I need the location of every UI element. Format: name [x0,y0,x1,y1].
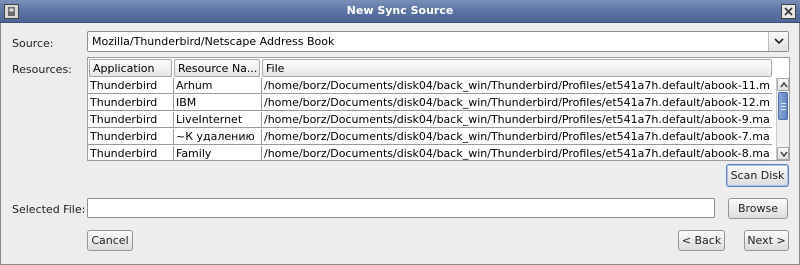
table-row[interactable]: Thunderbird Family /home/borz/Documents/… [88,146,772,161]
cell-file: /home/borz/Documents/disk04/back_win/Thu… [264,130,770,143]
scroll-down-icon[interactable] [777,147,789,160]
grip-line [781,106,786,107]
selected-file-label: Selected File: [12,203,86,216]
cell-file: /home/borz/Documents/disk04/back_win/Thu… [264,113,770,126]
grip-line [781,109,786,110]
cell-application: Thunderbird [90,130,158,143]
column-divider [261,129,262,145]
column-divider [173,146,174,161]
column-divider [173,78,174,94]
column-divider [261,95,262,111]
table-row[interactable]: Thunderbird IBM /home/borz/Documents/dis… [88,95,772,111]
window-title: New Sync Source [346,4,454,17]
scroll-thumb[interactable] [778,92,788,120]
grip-line [781,103,786,104]
chevron-down-icon[interactable] [768,32,788,51]
cell-file: /home/borz/Documents/disk04/back_win/Thu… [264,147,770,160]
source-label: Source: [12,37,54,50]
resources-label: Resources: [12,63,72,76]
cell-application: Thunderbird [90,79,158,92]
resources-table: Application Resource Na... File Thunderb… [87,57,790,161]
cell-resource: Arhum [176,79,213,92]
cell-resource: Family [176,147,212,160]
column-header-application[interactable]: Application [89,59,172,77]
cell-resource: IBM [176,96,197,109]
column-header-resource-name[interactable]: Resource Na... [174,59,260,77]
cell-file: /home/borz/Documents/disk04/back_win/Thu… [264,96,770,109]
column-divider [261,78,262,94]
column-header-file[interactable]: File [262,59,772,77]
column-divider [173,112,174,128]
table-row[interactable]: Thunderbird LiveInternet /home/borz/Docu… [88,112,772,128]
cell-application: Thunderbird [90,96,158,109]
vertical-scrollbar[interactable] [776,78,789,160]
column-divider [173,95,174,111]
cell-resource: LiveInternet [176,113,243,126]
title-bar: New Sync Source [0,0,800,23]
cancel-button[interactable]: Cancel [87,230,133,251]
column-divider [261,112,262,128]
column-divider [173,129,174,145]
cell-file: /home/borz/Documents/disk04/back_win/Thu… [264,79,770,92]
next-button[interactable]: Next > [744,230,789,251]
dialog-body: Source: Mozilla/Thunderbird/Netscape Add… [0,23,800,265]
back-button[interactable]: < Back [678,230,725,251]
browse-button[interactable]: Browse [728,198,788,219]
scan-disk-button[interactable]: Scan Disk [726,164,789,187]
selected-file-input[interactable] [87,198,715,218]
source-combobox[interactable]: Mozilla/Thunderbird/Netscape Address Boo… [87,31,789,52]
cell-application: Thunderbird [90,147,158,160]
cell-resource: ~К удалению [176,130,255,143]
close-icon[interactable] [781,4,796,19]
cell-application: Thunderbird [90,113,158,126]
scroll-up-icon[interactable] [777,78,789,91]
table-row[interactable]: Thunderbird ~К удалению /home/borz/Docum… [88,129,772,145]
column-divider [261,146,262,161]
source-value: Mozilla/Thunderbird/Netscape Address Boo… [92,35,335,48]
table-row[interactable]: Thunderbird Arhum /home/borz/Documents/d… [88,78,772,94]
